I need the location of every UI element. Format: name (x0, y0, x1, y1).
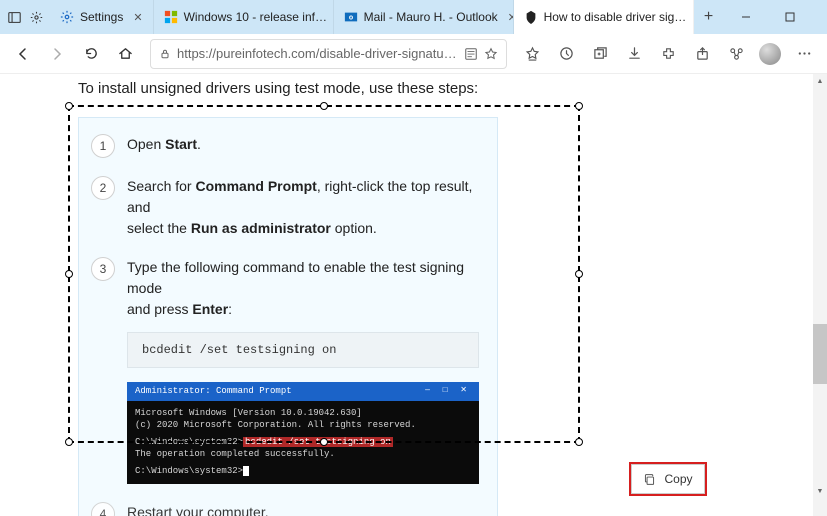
step-text: Restart your computer. (127, 502, 479, 516)
scrollbar[interactable]: ▲ ▼ (813, 74, 827, 516)
home-button[interactable] (110, 39, 140, 69)
copy-icon (643, 473, 656, 486)
tab-windows10[interactable]: Windows 10 - release inf… ✕ (154, 0, 334, 34)
lock-icon (159, 48, 171, 60)
settings-favicon-icon (60, 10, 74, 24)
resize-handle[interactable] (320, 438, 328, 446)
tab-outlook[interactable]: o Mail - Mauro H. - Outlook ✕ (334, 0, 514, 34)
browser-toolbar: https://pureinfotech.com/disable-driver-… (0, 34, 827, 74)
history-icon[interactable] (551, 39, 581, 69)
scroll-up-icon[interactable]: ▲ (813, 74, 827, 88)
window-maximize-button[interactable] (768, 0, 812, 34)
tab-label: Mail - Mauro H. - Outlook (364, 10, 498, 24)
scrollbar-thumb[interactable] (813, 324, 827, 384)
tab-label: How to disable driver sig… (544, 10, 687, 24)
copy-button[interactable]: Copy (631, 464, 705, 494)
tab-strip: Settings ✕ Windows 10 - release inf… ✕ o… (50, 0, 724, 34)
resize-handle[interactable] (575, 102, 583, 110)
address-bar[interactable]: https://pureinfotech.com/disable-driver-… (150, 39, 507, 69)
performance-icon[interactable] (721, 39, 751, 69)
share-icon[interactable] (687, 39, 717, 69)
downloads-icon[interactable] (619, 39, 649, 69)
favorites-icon[interactable] (517, 39, 547, 69)
resize-handle[interactable] (575, 270, 583, 278)
windows-favicon-icon (164, 10, 178, 24)
more-menu-icon[interactable] (789, 39, 819, 69)
tab-label: Settings (80, 10, 123, 24)
resize-handle[interactable] (65, 102, 73, 110)
resize-handle[interactable] (575, 438, 583, 446)
window-minimize-button[interactable] (724, 0, 768, 34)
url-text: https://pureinfotech.com/disable-driver-… (177, 46, 458, 61)
tab-label: Windows 10 - release inf… (184, 10, 327, 24)
resize-handle[interactable] (320, 102, 328, 110)
pureinfotech-favicon-icon (524, 10, 538, 24)
tab-actions-icon[interactable] (6, 9, 22, 25)
resize-handle[interactable] (65, 270, 73, 278)
back-button[interactable] (8, 39, 38, 69)
tab-close-icon[interactable]: ✕ (133, 11, 142, 24)
forward-button[interactable] (42, 39, 72, 69)
copy-label: Copy (664, 472, 692, 486)
svg-text:o: o (348, 15, 352, 22)
tab-pureinfotech[interactable]: How to disable driver sig… ✕ (514, 0, 694, 34)
reader-mode-icon[interactable] (464, 47, 478, 61)
step-number: 4 (91, 502, 115, 516)
step-4: 4 Restart your computer. (91, 502, 479, 516)
intro-text: To install unsigned drivers using test m… (78, 80, 827, 97)
favorite-star-icon[interactable] (484, 47, 498, 61)
resize-handle[interactable] (65, 438, 73, 446)
extensions-icon[interactable] (653, 39, 683, 69)
browser-titlebar: Settings ✕ Windows 10 - release inf… ✕ o… (0, 0, 827, 34)
settings-gear-icon[interactable] (28, 9, 44, 25)
outlook-favicon-icon: o (344, 10, 358, 24)
refresh-button[interactable] (76, 39, 106, 69)
window-close-button[interactable] (812, 0, 827, 34)
snipping-selection[interactable] (68, 105, 580, 443)
new-tab-button[interactable]: + (694, 0, 724, 34)
profile-avatar[interactable] (755, 39, 785, 69)
collections-icon[interactable] (585, 39, 615, 69)
scroll-down-icon[interactable]: ▼ (813, 484, 827, 498)
tab-settings[interactable]: Settings ✕ (50, 0, 154, 34)
